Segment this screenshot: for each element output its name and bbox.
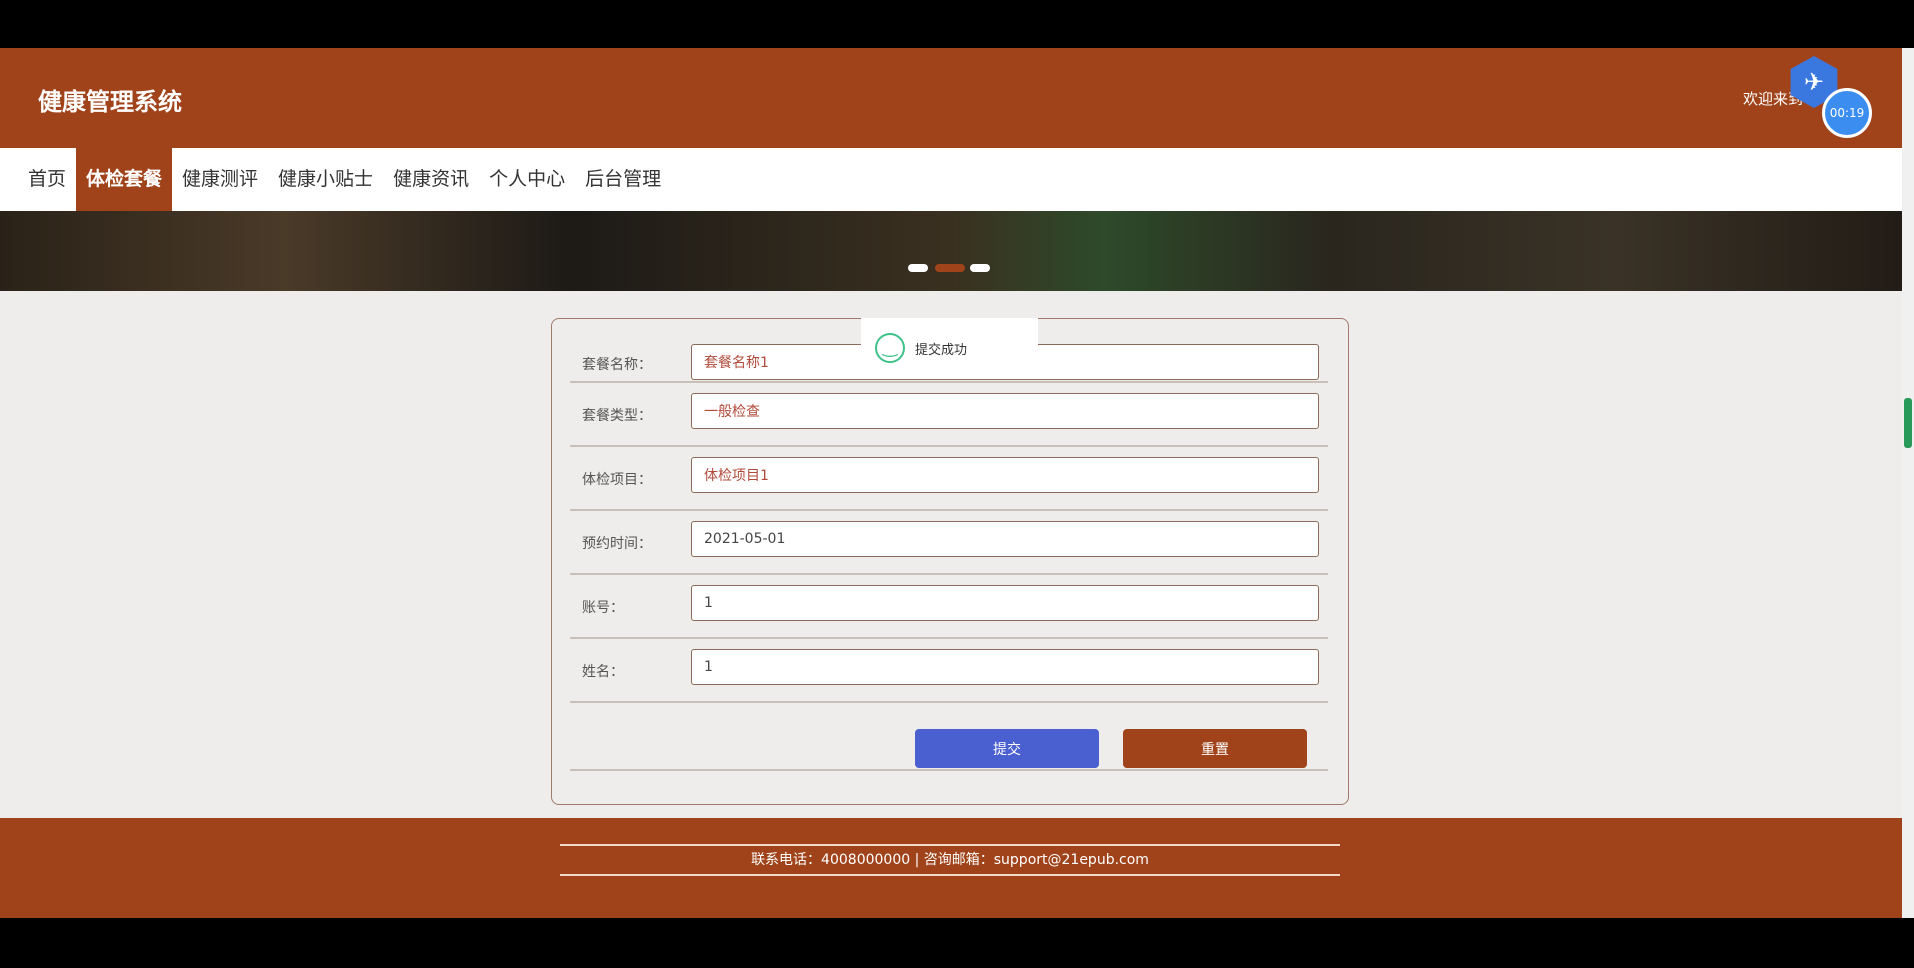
nav-admin[interactable]: 后台管理 [575,148,671,211]
package-type-input[interactable] [691,393,1319,429]
header: 健康管理系统 欢迎来到 ✈ 00:19 [0,48,1902,148]
toast-message: 提交成功 [915,342,968,358]
field-label: 预约时间： [582,536,652,552]
form-row-appointment-time: 预约时间： [570,511,1328,575]
name-input[interactable] [691,649,1319,685]
nav-home[interactable]: 首页 [18,148,76,211]
banner-carousel [0,211,1902,291]
recording-timer[interactable]: 00:19 [1822,88,1872,138]
scrollbar[interactable] [1902,48,1914,918]
appointment-time-input[interactable] [691,521,1319,557]
scrollbar-thumb[interactable] [1904,398,1912,448]
success-toast: ‿ 提交成功 [861,318,1038,378]
field-label: 套餐类型： [582,408,652,424]
smile-icon: ‿ [875,333,905,363]
field-label: 套餐名称： [582,357,652,373]
carousel-dot-active[interactable] [935,264,965,272]
form-row-account: 账号： [570,575,1328,639]
main-nav: 首页 体检套餐 健康测评 健康小贴士 健康资讯 个人中心 后台管理 [0,148,1902,211]
carousel-dot[interactable] [908,264,928,272]
form-row-name: 姓名： [570,639,1328,703]
form-row-checkup-items: 体检项目： [570,447,1328,511]
nav-personal-center[interactable]: 个人中心 [479,148,575,211]
field-label: 账号： [582,600,624,616]
form-row-package-type: 套餐类型： [570,383,1328,447]
site-title: 健康管理系统 [38,88,182,116]
page: 健康管理系统 欢迎来到 ✈ 00:19 首页 体检套餐 健康测评 健康小贴士 健… [0,48,1902,918]
submit-button[interactable]: 提交 [915,729,1099,768]
field-label: 姓名： [582,664,624,680]
footer: 联系电话：4008000000 | 咨询邮箱：support@21epub.co… [0,818,1902,918]
nav-health-assessment[interactable]: 健康测评 [172,148,268,211]
account-input[interactable] [691,585,1319,621]
nav-health-tips[interactable]: 健康小贴士 [268,148,383,211]
carousel-dot[interactable] [970,264,990,272]
nav-checkup-packages[interactable]: 体检套餐 [76,148,173,211]
nav-health-news[interactable]: 健康资讯 [383,148,479,211]
checkup-items-input[interactable] [691,457,1319,493]
footer-contact: 联系电话：4008000000 | 咨询邮箱：support@21epub.co… [560,844,1340,876]
reset-button[interactable]: 重置 [1123,729,1307,768]
field-label: 体检项目： [582,472,652,488]
